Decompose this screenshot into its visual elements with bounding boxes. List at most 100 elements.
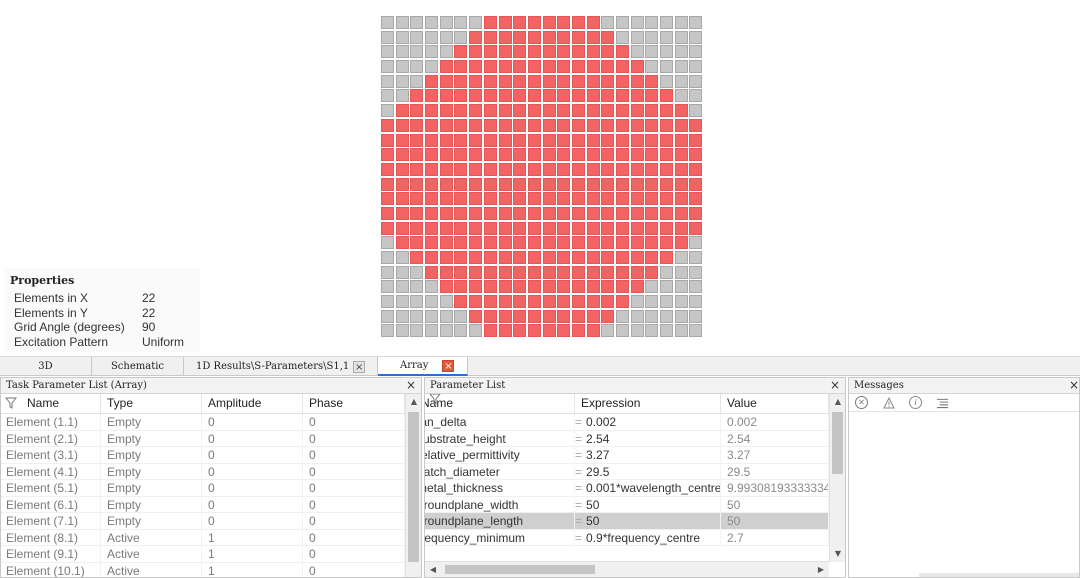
array-element-active[interactable] [601,236,615,250]
array-element-active[interactable] [498,104,512,118]
param-vertical-scrollbar[interactable]: ▲ ▼ [829,394,845,562]
array-element-active[interactable] [601,280,615,294]
array-element-active[interactable] [469,265,483,279]
array-element-active[interactable] [542,295,556,309]
array-element-active[interactable] [439,148,453,162]
array-element-active[interactable] [469,74,483,88]
array-element-active[interactable] [645,236,659,250]
array-element-empty[interactable] [425,60,439,74]
array-element-empty[interactable] [689,280,703,294]
array-element-active[interactable] [586,236,600,250]
array-element-active[interactable] [454,74,468,88]
array-element-empty[interactable] [601,324,615,338]
array-element-active[interactable] [527,236,541,250]
array-element-active[interactable] [527,221,541,235]
array-element-empty[interactable] [395,89,409,103]
array-element-active[interactable] [571,89,585,103]
array-element-empty[interactable] [630,16,644,29]
array-element-grid[interactable] [381,16,703,338]
array-element-empty[interactable] [381,74,394,88]
array-element-empty[interactable] [674,30,688,44]
array-element-active[interactable] [645,162,659,176]
array-element-active[interactable] [439,89,453,103]
array-element-active[interactable] [439,133,453,147]
scroll-right-icon[interactable]: ▶ [813,562,829,577]
array-element-active[interactable] [527,148,541,162]
array-element-empty[interactable] [454,309,468,323]
table-row[interactable]: Element (3.1) Empty 0 0 [1,447,405,464]
table-row[interactable]: Element (10.1) Active 1 0 [1,562,405,577]
array-element-active[interactable] [513,265,527,279]
array-element-active[interactable] [439,74,453,88]
array-element-active[interactable] [601,45,615,59]
parameter-row[interactable]: patch_diameter = 29.5 29.5 [425,463,829,480]
array-element-active[interactable] [660,251,674,264]
array-element-active[interactable] [557,118,571,132]
array-element-empty[interactable] [381,251,394,264]
array-element-active[interactable] [498,236,512,250]
array-element-active[interactable] [660,221,674,235]
table-row[interactable]: Element (4.1) Empty 0 0 [1,463,405,480]
array-element-active[interactable] [586,206,600,220]
array-element-active[interactable] [469,45,483,59]
array-element-active[interactable] [498,309,512,323]
array-element-active[interactable] [410,177,424,191]
array-element-active[interactable] [571,60,585,74]
array-element-active[interactable] [616,45,629,59]
array-element-active[interactable] [513,162,527,176]
array-element-empty[interactable] [689,45,703,59]
tab-schematic[interactable]: Schematic [92,357,184,376]
task-vertical-scrollbar[interactable]: ▲ [405,394,421,577]
array-element-active[interactable] [660,89,674,103]
array-element-active[interactable] [557,295,571,309]
array-element-active[interactable] [410,104,424,118]
array-element-active[interactable] [513,45,527,59]
array-element-active[interactable] [571,206,585,220]
array-element-active[interactable] [469,104,483,118]
array-element-active[interactable] [557,89,571,103]
array-element-empty[interactable] [674,265,688,279]
array-element-active[interactable] [527,45,541,59]
array-element-active[interactable] [454,251,468,264]
array-element-empty[interactable] [689,236,703,250]
array-element-active[interactable] [674,177,688,191]
array-element-active[interactable] [689,133,703,147]
array-element-empty[interactable] [616,16,629,29]
array-element-active[interactable] [557,133,571,147]
array-element-active[interactable] [601,221,615,235]
array-element-active[interactable] [454,104,468,118]
array-element-empty[interactable] [630,45,644,59]
array-element-active[interactable] [557,251,571,264]
array-element-active[interactable] [381,177,394,191]
array-element-active[interactable] [645,74,659,88]
array-element-active[interactable] [469,177,483,191]
column-header-name[interactable]: Name [425,394,575,413]
array-element-active[interactable] [469,280,483,294]
array-element-active[interactable] [410,148,424,162]
array-element-empty[interactable] [630,309,644,323]
array-element-active[interactable] [498,45,512,59]
array-element-active[interactable] [410,192,424,206]
array-element-empty[interactable] [381,295,394,309]
array-element-active[interactable] [586,280,600,294]
array-element-active[interactable] [557,74,571,88]
array-element-empty[interactable] [689,16,703,29]
array-element-empty[interactable] [674,74,688,88]
array-element-empty[interactable] [630,324,644,338]
array-element-active[interactable] [689,206,703,220]
parameter-row[interactable]: metal_thickness = 0.001*wavelength_centre 9… [425,480,829,497]
array-element-active[interactable] [410,236,424,250]
array-element-active[interactable] [645,251,659,264]
array-element-empty[interactable] [645,30,659,44]
array-element-empty[interactable] [689,60,703,74]
array-element-active[interactable] [630,74,644,88]
array-element-empty[interactable] [410,74,424,88]
array-element-active[interactable] [557,324,571,338]
scroll-thumb[interactable] [832,412,843,474]
array-element-empty[interactable] [674,251,688,264]
array-element-active[interactable] [381,133,394,147]
array-element-active[interactable] [410,133,424,147]
array-element-active[interactable] [601,74,615,88]
array-element-empty[interactable] [674,295,688,309]
array-element-empty[interactable] [425,280,439,294]
